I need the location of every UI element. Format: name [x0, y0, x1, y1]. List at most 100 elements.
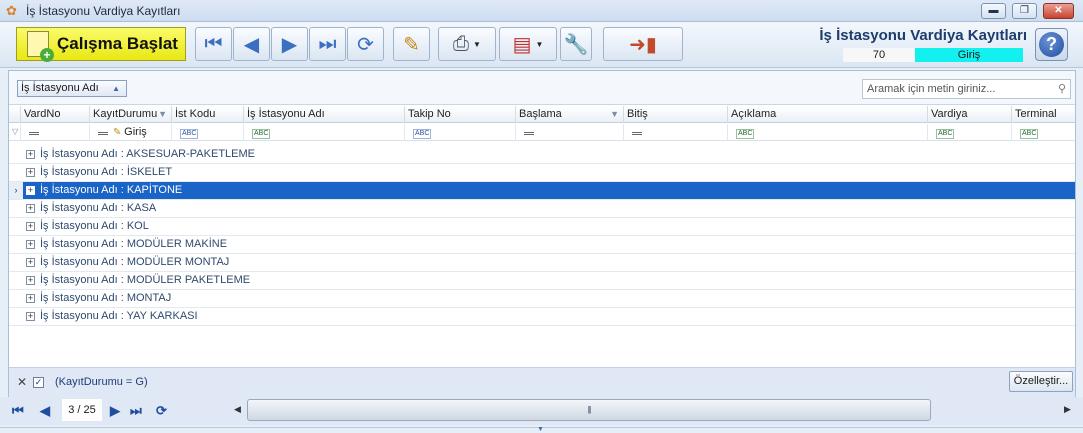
- column-header-vardiya[interactable]: Vardiya: [927, 106, 1011, 123]
- column-header-takip-no[interactable]: Takip No: [404, 106, 515, 123]
- filter-cell-vardiya[interactable]: ABC: [927, 124, 1011, 141]
- group-row[interactable]: + İş İstasyonu Adı : MODÜLER MONTAJ: [9, 254, 1075, 272]
- filter-cell-aciklama[interactable]: ABC: [727, 124, 927, 141]
- filter-kayit-value: Giriş: [124, 126, 147, 138]
- printer-icon: ⎙: [453, 32, 470, 55]
- group-row[interactable]: › + İş İstasyonu Adı : KAPİTONE: [9, 182, 1075, 200]
- row-indicator-icon: [9, 308, 23, 325]
- close-button[interactable]: ✕: [1043, 3, 1074, 19]
- exit-button[interactable]: ➜▮: [603, 27, 683, 61]
- column-header-ist-kodu[interactable]: İst Kodu: [171, 106, 243, 123]
- expand-group-icon[interactable]: +: [26, 312, 35, 321]
- expand-group-icon[interactable]: +: [26, 204, 35, 213]
- group-row[interactable]: + İş İstasyonu Adı : KOL: [9, 218, 1075, 236]
- filter-cell-vardno[interactable]: [20, 124, 89, 141]
- nav-last-icon[interactable]: ⏭: [130, 403, 142, 419]
- start-work-label: Çalışma Başlat: [57, 34, 178, 53]
- expand-group-icon[interactable]: +: [26, 294, 35, 303]
- column-header-istasyon-adi[interactable]: İş İstasyonu Adı: [243, 106, 404, 123]
- nav-next-icon[interactable]: ▶: [110, 403, 120, 419]
- text-filter-icon: ABC: [1020, 129, 1039, 139]
- filter-cell-kayitdurumu[interactable]: ✎ Giriş: [89, 124, 171, 141]
- group-row[interactable]: + İş İstasyonu Adı : İSKELET: [9, 164, 1075, 182]
- group-row-label: İş İstasyonu Adı : KOL: [40, 220, 149, 232]
- collapse-handle-icon[interactable]: ▼: [537, 426, 544, 433]
- filter-cell-bitis[interactable]: [623, 124, 727, 141]
- next-record-button[interactable]: ▶: [271, 27, 308, 61]
- last-record-button[interactable]: ⏭: [309, 27, 346, 61]
- print-button[interactable]: ⎙ ▼: [438, 27, 496, 61]
- column-header-aciklama[interactable]: Açıklama: [727, 106, 927, 123]
- dropdown-arrow-icon: ▼: [535, 39, 544, 49]
- column-header-vardno[interactable]: VardNo: [20, 106, 89, 123]
- group-panel: İş İstasyonu Adı ▲ Aramak için metin gir…: [9, 71, 1075, 105]
- next-icon: ▶: [281, 33, 298, 56]
- filter-panel: ✕ ✓ (KayıtDurumu = G) Özelleştir...: [9, 367, 1075, 397]
- clear-filter-icon[interactable]: ✕: [17, 375, 27, 389]
- filter-cell-istasyon-adi[interactable]: ABC: [243, 124, 404, 141]
- help-button[interactable]: ?: [1035, 28, 1068, 61]
- customize-button[interactable]: Özelleştir...: [1009, 371, 1073, 392]
- group-row-label: İş İstasyonu Adı : İSKELET: [40, 166, 173, 178]
- expand-group-icon[interactable]: +: [26, 276, 35, 285]
- record-count: 70: [843, 48, 915, 62]
- row-indicator-icon: ›: [9, 182, 23, 199]
- start-work-button[interactable]: Çalışma Başlat: [16, 27, 186, 62]
- filter-cell-ist-kodu[interactable]: ABC: [171, 124, 243, 141]
- column-header-baslama-label: Başlama: [519, 108, 562, 120]
- column-header-terminal[interactable]: Terminal: [1011, 106, 1075, 123]
- column-filter-icon[interactable]: ▼: [158, 106, 167, 123]
- settings-button[interactable]: 🔧: [560, 27, 592, 61]
- new-document-icon: [27, 31, 54, 62]
- edit-button[interactable]: ✎: [393, 27, 430, 61]
- toolbar: Çalışma Başlat ⏮ ◀ ▶ ⏭ ⟳ ✎ ⎙▼ ▤▼ 🔧 ➜▮ İş…: [0, 22, 1083, 68]
- filter-cell-takip-no[interactable]: ABC: [404, 124, 515, 141]
- expand-group-icon[interactable]: +: [26, 222, 35, 231]
- scroll-left-icon[interactable]: ◀: [234, 404, 241, 415]
- column-header-kayitdurumu[interactable]: KayıtDurumu ▼: [89, 106, 171, 123]
- search-input[interactable]: Aramak için metin giriniz... ⚲: [862, 79, 1071, 99]
- nav-previous-icon[interactable]: ◀: [40, 403, 50, 419]
- nav-refresh-icon[interactable]: ⟳: [156, 403, 167, 419]
- edit-pencil-icon: ✎: [403, 33, 420, 56]
- export-pdf-button[interactable]: ▤ ▼: [499, 27, 557, 61]
- group-by-chip[interactable]: İş İstasyonu Adı ▲: [17, 80, 127, 97]
- expand-group-icon[interactable]: +: [26, 186, 35, 195]
- equals-icon: [98, 132, 108, 135]
- column-header-baslama[interactable]: Başlama ▼: [515, 106, 623, 123]
- group-row[interactable]: + İş İstasyonu Adı : MODÜLER PAKETLEME: [9, 272, 1075, 290]
- nav-first-icon[interactable]: ⏮: [12, 403, 24, 419]
- refresh-button[interactable]: ⟳: [347, 27, 384, 61]
- expand-group-icon[interactable]: +: [26, 150, 35, 159]
- row-indicator-icon: [9, 146, 23, 163]
- scroll-thumb[interactable]: |||: [247, 399, 931, 421]
- filter-cell-terminal[interactable]: ABC: [1011, 124, 1075, 141]
- maximize-button[interactable]: ❐: [1012, 3, 1037, 19]
- group-row-label: İş İstasyonu Adı : KASA: [40, 202, 157, 214]
- group-row[interactable]: + İş İstasyonu Adı : YAY KARKASI: [9, 308, 1075, 326]
- group-row[interactable]: + İş İstasyonu Adı : AKSESUAR-PAKETLEME: [9, 146, 1075, 164]
- bottom-border: ▼: [0, 426, 1083, 433]
- previous-record-button[interactable]: ◀: [233, 27, 270, 61]
- group-row-label: İş İstasyonu Adı : YAY KARKASI: [40, 310, 198, 322]
- row-indicator-icon: [9, 236, 23, 253]
- filter-cell-baslama[interactable]: [515, 124, 623, 141]
- horizontal-scrollbar[interactable]: ◀ ||| ▶: [232, 399, 1075, 421]
- exit-door-icon: ➜▮: [629, 33, 657, 56]
- first-record-icon: ⏮: [204, 32, 223, 55]
- column-header-bitis[interactable]: Bitiş: [623, 106, 727, 123]
- row-indicator-icon: [9, 200, 23, 217]
- group-row-label: İş İstasyonu Adı : MODÜLER PAKETLEME: [40, 274, 251, 286]
- scroll-right-icon[interactable]: ▶: [1064, 404, 1071, 415]
- group-row[interactable]: + İş İstasyonu Adı : MODÜLER MAKİNE: [9, 236, 1075, 254]
- group-row[interactable]: + İş İstasyonu Adı : MONTAJ: [9, 290, 1075, 308]
- filter-enabled-checkbox[interactable]: ✓: [33, 377, 44, 388]
- filter-expression[interactable]: (KayıtDurumu = G): [55, 376, 148, 388]
- expand-group-icon[interactable]: +: [26, 240, 35, 249]
- auto-filter-row: ▽ ✎ Giriş ABC ABC ABC ABC ABC ABC: [9, 124, 1075, 141]
- expand-group-icon[interactable]: +: [26, 168, 35, 177]
- minimize-button[interactable]: ▬: [981, 3, 1006, 19]
- expand-group-icon[interactable]: +: [26, 258, 35, 267]
- first-record-button[interactable]: ⏮: [195, 27, 232, 61]
- group-row[interactable]: + İş İstasyonu Adı : KASA: [9, 200, 1075, 218]
